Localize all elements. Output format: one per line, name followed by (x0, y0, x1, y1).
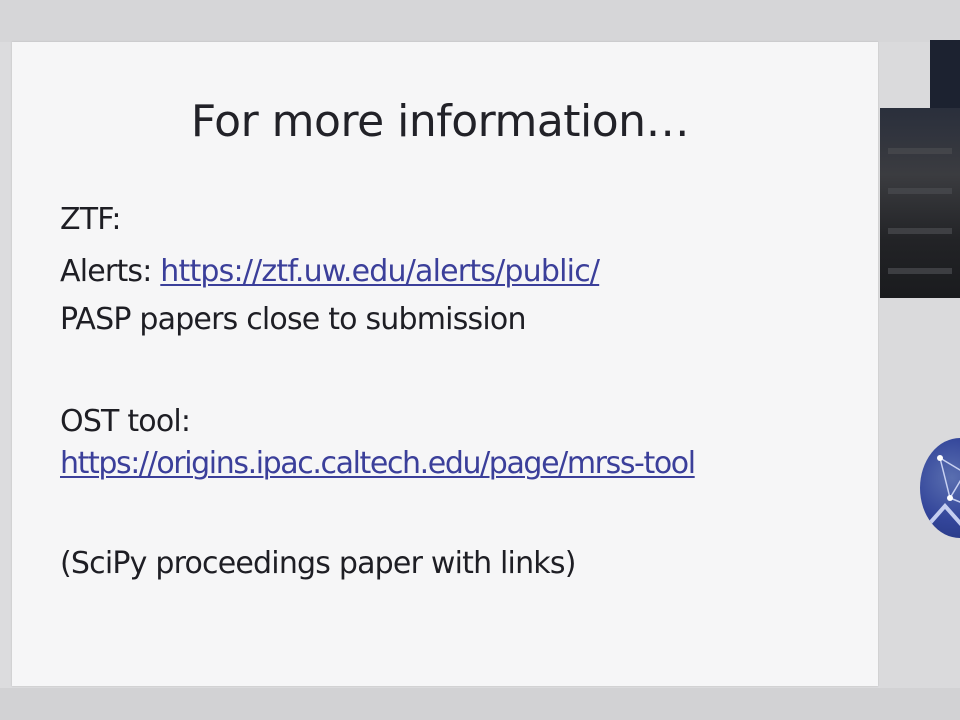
ost-tool-heading: OST tool: (60, 404, 191, 439)
slide-title: For more information… (190, 96, 690, 147)
scipy-proceedings-note: (SciPy proceedings paper with links) (60, 546, 576, 581)
room-photo-top-strip (930, 40, 960, 110)
alerts-line: Alerts: https://ztf.uw.edu/alerts/public… (60, 254, 600, 289)
screen-backdrop-top (0, 0, 960, 42)
ost-tool-link[interactable]: https://origins.ipac.caltech.edu/page/mr… (60, 446, 696, 481)
ztf-heading: ZTF: (60, 202, 122, 237)
alerts-label: Alerts: (60, 254, 161, 289)
pasp-papers-note: PASP papers close to submission (60, 302, 526, 337)
room-photo-thumbnail (880, 108, 960, 298)
ztf-alerts-link[interactable]: https://ztf.uw.edu/alerts/public/ (160, 254, 600, 289)
screen-backdrop-bottom (0, 688, 960, 720)
circular-network-logo-icon (920, 438, 960, 538)
